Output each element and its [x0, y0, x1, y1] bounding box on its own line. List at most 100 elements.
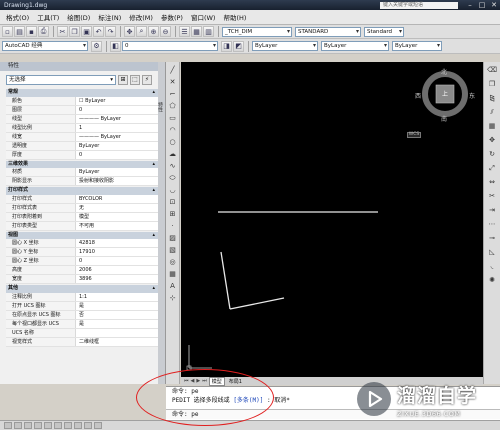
- otrack-icon[interactable]: [54, 422, 62, 429]
- property-value[interactable]: 0: [76, 105, 158, 114]
- erase-icon[interactable]: ⌫: [487, 65, 498, 76]
- stretch-icon[interactable]: ⇔: [487, 177, 498, 188]
- explode-icon[interactable]: ✺: [487, 275, 498, 286]
- circle-icon[interactable]: ○: [168, 137, 178, 147]
- layer-combo[interactable]: 0: [122, 41, 218, 51]
- section-header[interactable]: 三维效果: [6, 160, 158, 168]
- menu-draw[interactable]: 绘图(D): [67, 12, 90, 22]
- point-icon[interactable]: ·: [168, 221, 178, 231]
- redo-icon[interactable]: ↷: [105, 26, 116, 37]
- property-value[interactable]: 42818: [76, 239, 158, 247]
- copy-icon[interactable]: ❐: [69, 26, 80, 37]
- scale-icon[interactable]: ⤢: [487, 163, 498, 174]
- selection-dropdown[interactable]: 无选择: [6, 74, 116, 85]
- layer-previous-icon[interactable]: ◩: [233, 40, 244, 52]
- print-icon[interactable]: ⎙: [38, 26, 49, 37]
- viewcube-north[interactable]: 北: [441, 67, 447, 76]
- polyline-segment[interactable]: [220, 251, 231, 310]
- property-value[interactable]: 模型: [76, 212, 158, 221]
- property-row[interactable]: 打印样式表无: [6, 203, 158, 213]
- chamfer-icon[interactable]: ◺: [487, 247, 498, 258]
- array-icon[interactable]: ▦: [487, 121, 498, 132]
- property-row[interactable]: 每个视口都显示 UCS 是: [6, 319, 158, 329]
- multiline-text-icon[interactable]: A: [168, 281, 178, 291]
- zoom-window-icon[interactable]: ⊕: [148, 26, 159, 37]
- save-icon[interactable]: ▪: [26, 26, 37, 37]
- next-tab-icon[interactable]: ▶: [196, 378, 200, 384]
- property-row[interactable]: 在原点显示 UCS 图标否: [6, 310, 158, 320]
- snap-icon[interactable]: [4, 422, 12, 429]
- lwt-icon[interactable]: [84, 422, 92, 429]
- minimize-icon[interactable]: –: [464, 1, 476, 9]
- zoom-previous-icon[interactable]: ⊖: [160, 26, 171, 37]
- rotate-icon[interactable]: ↻: [487, 149, 498, 160]
- osnap-icon[interactable]: [44, 422, 52, 429]
- property-row[interactable]: 打印样式 BYCOLOR: [6, 194, 158, 204]
- property-row[interactable]: 阴影显示 投射和接收阴影: [6, 177, 158, 186]
- property-row[interactable]: 线宽 ———— ByLayer: [6, 132, 158, 142]
- viewcube-west[interactable]: 西: [415, 91, 421, 100]
- dyn-icon[interactable]: [74, 422, 82, 429]
- polyline-segment[interactable]: [229, 297, 285, 310]
- extend-icon[interactable]: ⇥: [487, 205, 498, 216]
- join-icon[interactable]: ⊸: [487, 233, 498, 244]
- section-header[interactable]: 常规: [6, 89, 158, 97]
- region-icon[interactable]: ◎: [168, 257, 178, 267]
- property-value[interactable]: 3896: [76, 275, 158, 283]
- menu-modify[interactable]: 修改(M): [129, 12, 153, 22]
- property-value[interactable]: 0: [76, 150, 158, 159]
- menu-parametric[interactable]: 参数(P): [161, 12, 183, 22]
- property-row[interactable]: 颜色 ☐ ByLayer: [6, 96, 158, 106]
- new-file-icon[interactable]: ▫: [2, 26, 13, 37]
- workspace-combo[interactable]: AutoCAD 经典: [2, 41, 88, 51]
- property-row[interactable]: 打印表类型 不可用: [6, 221, 158, 231]
- select-objects-icon[interactable]: ⬚: [130, 74, 140, 85]
- drawing-canvas[interactable]: 北 西 东 南 上 WCS: [181, 62, 483, 377]
- gradient-icon[interactable]: ▧: [168, 245, 178, 255]
- arc-icon[interactable]: ◠: [168, 125, 178, 135]
- quick-select-icon[interactable]: ⚡: [142, 74, 152, 85]
- property-value[interactable]: 是: [76, 301, 158, 310]
- section-header[interactable]: 其他: [6, 285, 158, 293]
- color-combo[interactable]: ByLayer: [252, 41, 318, 51]
- palette-title-strip[interactable]: 特性: [157, 62, 165, 384]
- viewcube-east[interactable]: 东: [469, 91, 475, 100]
- menu-help[interactable]: 帮助(H): [223, 12, 246, 22]
- property-row[interactable]: 线型 ———— ByLayer: [6, 114, 158, 124]
- property-value[interactable]: 1: [76, 123, 158, 132]
- property-value[interactable]: 0: [76, 257, 158, 265]
- property-row[interactable]: 透明度 ByLayer: [6, 141, 158, 151]
- text-style-combo[interactable]: STANDARD: [295, 26, 361, 37]
- property-value[interactable]: 17910: [76, 248, 158, 256]
- rectangle-icon[interactable]: ▭: [168, 113, 178, 123]
- ortho-icon[interactable]: [24, 422, 32, 429]
- pan-icon[interactable]: ✥: [124, 26, 135, 37]
- undo-icon[interactable]: ↶: [93, 26, 104, 37]
- menu-dimension[interactable]: 标注(N): [98, 12, 121, 22]
- ellipse-arc-icon[interactable]: ◡: [168, 185, 178, 195]
- tool-palettes-icon[interactable]: ▥: [203, 26, 214, 37]
- menu-window[interactable]: 窗口(W): [191, 12, 216, 22]
- last-tab-icon[interactable]: ⏭: [202, 378, 207, 384]
- property-value[interactable]: 无: [76, 203, 158, 212]
- workspace-settings-icon[interactable]: ⚙: [91, 40, 102, 52]
- layer-manager-icon[interactable]: ◧: [110, 40, 121, 52]
- property-row[interactable]: 高度 2006: [6, 266, 158, 275]
- menu-tools[interactable]: 工具(T): [37, 12, 59, 22]
- prev-tab-icon[interactable]: ◀: [191, 378, 195, 384]
- table-icon[interactable]: ▦: [168, 269, 178, 279]
- property-row[interactable]: 材质 ByLayer: [6, 168, 158, 177]
- property-value[interactable]: ———— ByLayer: [76, 114, 158, 123]
- polar-icon[interactable]: [34, 422, 42, 429]
- property-row[interactable]: 视觉样式 二维线框: [6, 337, 158, 347]
- table-style-combo[interactable]: Standard: [364, 26, 404, 37]
- open-file-icon[interactable]: ▤: [14, 26, 25, 37]
- property-value[interactable]: 二维线框: [76, 337, 158, 346]
- property-row[interactable]: UCS 名称: [6, 328, 158, 338]
- maximize-icon[interactable]: □: [476, 1, 488, 9]
- tab-model[interactable]: 模型: [208, 376, 225, 386]
- property-row[interactable]: 圆心 X 坐标 42818: [6, 239, 158, 248]
- linetype-combo[interactable]: ByLayer: [321, 41, 389, 51]
- help-search-input[interactable]: 键入关键字或短语: [380, 1, 458, 9]
- dim-style-combo[interactable]: _TCH_DIM: [222, 26, 292, 37]
